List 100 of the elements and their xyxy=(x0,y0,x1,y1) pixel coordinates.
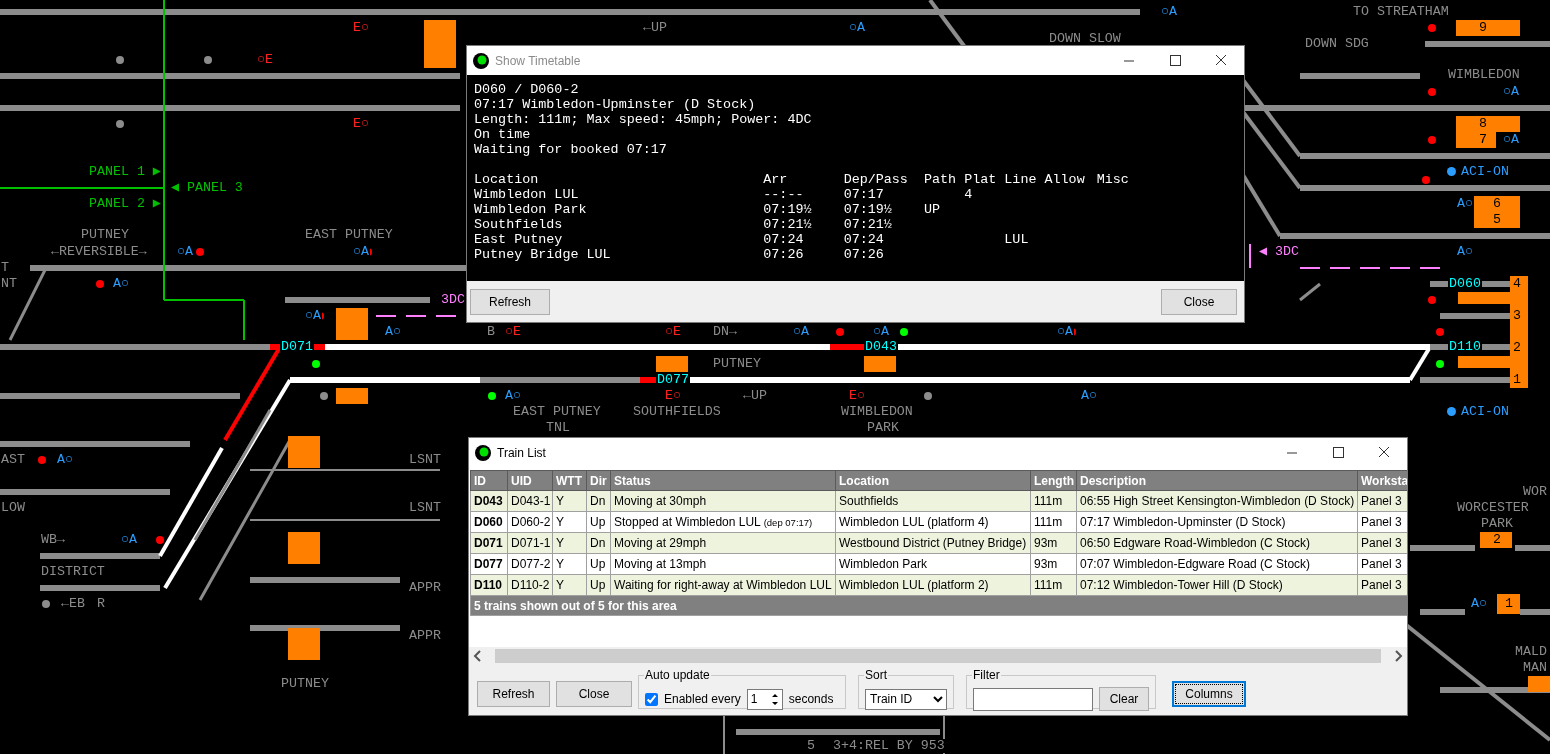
berth-block xyxy=(288,532,320,564)
berth-number: 9 xyxy=(1478,21,1488,35)
column-header: Arr xyxy=(763,172,789,187)
timetable-cell-text: 07:17 xyxy=(843,187,885,202)
timetable-cell-text: Wimbledon Park xyxy=(474,202,588,217)
table-cell: 07:12 Wimbledon-Tower Hill (D Stock) xyxy=(1076,574,1358,596)
group-label: Sort xyxy=(864,668,888,682)
window-title: Train List xyxy=(497,444,546,462)
group-label: Filter xyxy=(972,668,1001,682)
berth-block xyxy=(1456,20,1520,36)
timetable-cell-text: 4 xyxy=(964,187,974,202)
timetable-cell-text: Southfields xyxy=(474,217,564,232)
column-header: Location xyxy=(474,172,540,187)
berth-block xyxy=(1480,532,1512,548)
table-cell: Moving at 30mph xyxy=(610,490,836,512)
table-cell: Y xyxy=(552,511,587,533)
timetable-line: 07:17 Wimbledon-Upminster (D Stock) xyxy=(474,97,757,112)
close-button[interactable]: Close xyxy=(556,681,632,707)
timetable-cell-text: 07:21½ xyxy=(763,217,813,232)
refresh-button[interactable]: Refresh xyxy=(477,681,550,707)
window-title: Show Timetable xyxy=(495,52,581,70)
berth-number: 5 xyxy=(1492,213,1502,227)
power-label: ◀ 3DC xyxy=(1258,245,1300,259)
signal-code: ○A xyxy=(352,245,370,259)
timetable-line: Length: 111m; Max speed: 45mph; Power: 4DC xyxy=(474,112,813,127)
timetable-line: D060 / D060-2 xyxy=(474,82,580,97)
timetable-cell-text: Wimbledon LUL xyxy=(474,187,580,202)
close-button[interactable]: Close xyxy=(1161,288,1237,315)
columns-button[interactable]: Columns xyxy=(1172,681,1246,707)
column-header[interactable]: Length xyxy=(1030,470,1077,491)
berth-block xyxy=(1456,116,1520,148)
table-cell: D043 xyxy=(470,490,508,512)
table-cell: Y xyxy=(552,553,587,575)
column-header[interactable]: Dir xyxy=(586,470,611,491)
berth-number: 1 xyxy=(1512,373,1522,387)
berth-number: 7 xyxy=(1478,133,1488,147)
berth-block xyxy=(1528,676,1550,692)
column-header: Misc xyxy=(1096,172,1130,187)
signal-code: ○A xyxy=(1056,325,1074,339)
timetable-cell-text: --:-- xyxy=(763,187,805,202)
table-cell: 111m xyxy=(1030,511,1077,533)
table-cell: Moving at 13mph xyxy=(610,553,836,575)
timetable-cell-text: East Putney xyxy=(474,232,564,247)
column-header[interactable]: UID xyxy=(507,470,553,491)
table-cell: 93m xyxy=(1030,553,1077,575)
timetable-cell-text: 07:26 xyxy=(843,247,885,262)
column-header[interactable]: ID xyxy=(470,470,508,491)
berth-block xyxy=(288,436,320,468)
refresh-button[interactable]: Refresh xyxy=(470,288,550,315)
column-header[interactable]: Description xyxy=(1076,470,1358,491)
column-header: Dep/Pass xyxy=(843,172,909,187)
column-header[interactable]: Location xyxy=(835,470,1031,491)
timetable-line: On time xyxy=(474,127,532,142)
column-header[interactable]: Status xyxy=(610,470,836,491)
summary-row: 5 trains shown out of 5 for this area xyxy=(470,595,1407,616)
berth-block xyxy=(336,388,368,404)
sort-dropdown[interactable]: Train ID xyxy=(865,688,947,710)
table-cell: Stopped at Wimbledon LUL (dep 07:17) xyxy=(610,511,836,533)
table-cell: D077-2 xyxy=(507,553,553,575)
filter-field[interactable] xyxy=(973,687,1093,711)
column-header: Path xyxy=(923,172,958,187)
table-cell: D071 xyxy=(470,532,508,554)
clear-button[interactable]: Clear xyxy=(1099,687,1149,711)
table-cell: 07:17 Wimbledon-Upminster (D Stock) xyxy=(1076,511,1358,533)
timetable-line: Waiting for booked 07:17 xyxy=(474,142,668,157)
table-cell: Wimbledon LUL (platform 4) xyxy=(835,511,1031,533)
berth-number: 2 xyxy=(1492,533,1502,547)
timetable-cell-text: 07:24 xyxy=(763,232,805,247)
timetable-cell-text: 07:21½ xyxy=(843,217,893,232)
berth-block xyxy=(1497,594,1520,614)
indicator-dot-icon xyxy=(1447,407,1456,416)
panel-label: PANEL 1 ▶ xyxy=(88,165,162,179)
table-cell: Waiting for right-away at Wimbledon LUL xyxy=(610,574,836,596)
panel-label: PANEL 2 ▶ xyxy=(88,197,162,211)
table-cell: 07:07 Wimbledon-Edgware Road (C Stock) xyxy=(1076,553,1358,575)
berth-number: 6 xyxy=(1492,197,1502,211)
berth-number: 2 xyxy=(1512,341,1522,355)
berth-block xyxy=(424,20,456,68)
column-header: Line xyxy=(1004,172,1038,187)
enabled-checkbox[interactable] xyxy=(645,692,658,706)
column-header: Plat xyxy=(964,172,998,187)
berth-block xyxy=(288,628,320,660)
berth-block xyxy=(656,356,688,372)
timetable-cell-text: 07:24 xyxy=(843,232,885,247)
train-id-label: D071 xyxy=(280,340,314,354)
indicator-dot-icon xyxy=(1447,167,1456,176)
checkbox-label: Enabled every xyxy=(664,691,741,708)
table-cell: Wimbledon Park xyxy=(835,553,1031,575)
column-header[interactable]: WTT xyxy=(552,470,587,491)
table-cell: D060-2 xyxy=(507,511,553,533)
timetable-cell-text: 07:19½ xyxy=(843,202,893,217)
berth-number: 1 xyxy=(1504,597,1514,611)
column-header: Allow xyxy=(1044,172,1086,187)
scrollbar-thumb[interactable] xyxy=(495,649,1381,663)
app-icon xyxy=(473,52,489,69)
signal-code: ○A xyxy=(304,309,322,323)
group-label: Auto update xyxy=(644,668,711,682)
berth-number: 8 xyxy=(1478,117,1488,131)
berth-number: 3 xyxy=(1512,309,1522,323)
unit-label: seconds xyxy=(788,691,834,708)
